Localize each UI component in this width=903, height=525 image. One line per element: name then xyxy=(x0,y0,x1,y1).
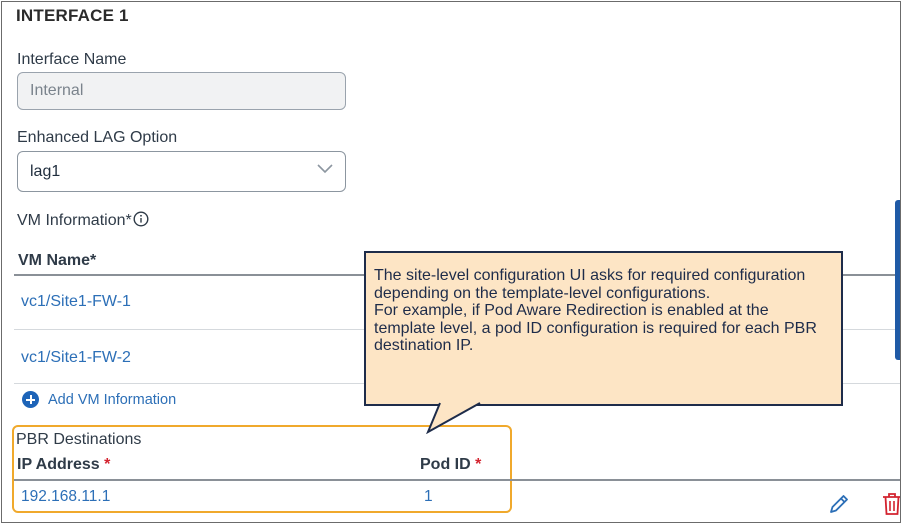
annotation-callout: The site-level configuration UI asks for… xyxy=(364,251,843,406)
pod-id-header-text: Pod ID xyxy=(420,456,471,473)
pbr-pod-value[interactable]: 1 xyxy=(424,488,433,506)
pbr-destinations-title: PBR Destinations xyxy=(16,431,142,448)
vm-information-label: VM Information* xyxy=(17,211,149,230)
chevron-down-icon xyxy=(317,164,333,174)
ip-address-header-text: IP Address xyxy=(17,456,100,473)
lag-option-label: Enhanced LAG Option xyxy=(17,129,178,146)
add-vm-information-button[interactable]: Add VM Information xyxy=(22,391,176,408)
lag-option-select[interactable]: lag1 xyxy=(17,151,346,192)
vm-item-1[interactable]: vc1/Site1-FW-1 xyxy=(21,293,131,311)
callout-text: The site-level configuration UI asks for… xyxy=(374,267,817,354)
plus-circle-icon xyxy=(22,391,39,408)
required-marker: * xyxy=(475,456,482,473)
pbr-table-header-divider xyxy=(14,479,900,481)
interface-name-input[interactable]: Internal xyxy=(17,72,346,110)
callout-pointer xyxy=(426,402,481,434)
interface-name-label: Interface Name xyxy=(17,51,127,68)
lag-option-value: lag1 xyxy=(30,162,61,180)
section-title: INTERFACE 1 xyxy=(16,6,129,25)
pod-id-header: Pod ID * xyxy=(420,456,481,474)
info-icon[interactable] xyxy=(133,211,149,227)
side-panel-scrollbar[interactable] xyxy=(895,200,900,360)
vm-information-text: VM Information* xyxy=(17,212,132,229)
required-marker: * xyxy=(104,456,111,473)
vm-name-header: VM Name* xyxy=(18,252,97,269)
ip-address-header: IP Address * xyxy=(17,456,110,474)
add-vm-information-label: Add VM Information xyxy=(48,391,177,408)
vm-item-2[interactable]: vc1/Site1-FW-2 xyxy=(21,349,131,367)
pencil-icon[interactable] xyxy=(828,493,850,515)
trash-icon[interactable] xyxy=(882,492,901,516)
pbr-ip-value[interactable]: 192.168.11.1 xyxy=(21,488,110,506)
interface-name-value: Internal xyxy=(30,82,84,99)
